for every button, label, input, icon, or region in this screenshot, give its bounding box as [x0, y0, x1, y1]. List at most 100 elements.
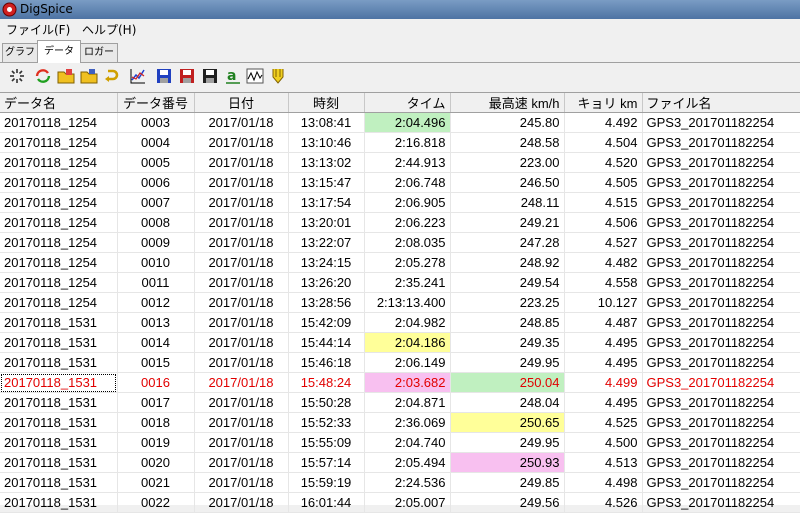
cell-time: 15:52:33	[288, 412, 365, 433]
cell-time: 15:48:24	[288, 372, 365, 393]
cell-file-name: GPS3_201701182254	[642, 412, 800, 433]
col-header-lap-time[interactable]: タイム	[364, 93, 451, 113]
app-icon	[2, 2, 17, 17]
save-icon[interactable]	[155, 67, 173, 85]
cell-max-speed: 249.54	[450, 272, 565, 293]
header-row: データ名 データ番号 日付 時刻 タイム 最高速 km/h キョリ km ファイ…	[0, 93, 800, 113]
undo-icon[interactable]	[103, 67, 121, 85]
text-icon[interactable]: a	[224, 67, 242, 85]
cell-data-name: 20170118_1531	[0, 332, 118, 353]
cell-distance: 4.495	[564, 332, 643, 353]
cell-date: 2017/01/18	[194, 112, 289, 133]
cell-max-speed: 248.04	[450, 392, 565, 413]
cell-max-speed: 248.58	[450, 132, 565, 153]
cell-date: 2017/01/18	[194, 492, 289, 513]
table-row[interactable]: 20170118_1531 0013 2017/01/18 15:42:09 2:04.…	[0, 312, 800, 333]
cell-max-speed: 245.80	[450, 112, 565, 133]
cell-date: 2017/01/18	[194, 412, 289, 433]
table-row[interactable]: 20170118_1254 0003 2017/01/18 13:08:41 2:04.…	[0, 112, 800, 133]
cell-data-number: 0014	[117, 332, 195, 353]
col-header-file-name[interactable]: ファイル名	[642, 93, 800, 113]
cell-file-name: GPS3_201701182254	[642, 292, 800, 313]
refresh-icon[interactable]	[34, 67, 52, 85]
table-row[interactable]: 20170118_1254 0006 2017/01/18 13:15:47 2:06.…	[0, 172, 800, 193]
chart-icon[interactable]	[129, 67, 147, 85]
cell-max-speed: 249.85	[450, 472, 565, 493]
cell-lap-time: 2:05.007	[364, 492, 451, 513]
col-header-max-speed[interactable]: 最高速 km/h	[450, 93, 565, 113]
open-folder-icon[interactable]	[57, 67, 75, 85]
cell-file-name: GPS3_201701182254	[642, 472, 800, 493]
cell-data-name: 20170118_1254	[0, 292, 118, 313]
table-row[interactable]: 20170118_1254 0010 2017/01/18 13:24:15 2:05.…	[0, 252, 800, 273]
open-folder2-icon[interactable]	[80, 67, 98, 85]
col-header-distance[interactable]: キョリ km	[564, 93, 643, 113]
table-row[interactable]: 20170118_1531 0022 2017/01/18 16:01:44 2:05.…	[0, 492, 800, 513]
cell-data-name: 20170118_1254	[0, 152, 118, 173]
marker-icon[interactable]	[269, 67, 287, 85]
col-header-time[interactable]: 時刻	[288, 93, 365, 113]
table-row[interactable]: 20170118_1254 0004 2017/01/18 13:10:46 2:16.…	[0, 132, 800, 153]
cell-date: 2017/01/18	[194, 232, 289, 253]
cell-data-number: 0010	[117, 252, 195, 273]
table-row[interactable]: 20170118_1531 0015 2017/01/18 15:46:18 2:06.…	[0, 352, 800, 373]
cell-file-name: GPS3_201701182254	[642, 272, 800, 293]
table-row[interactable]: 20170118_1254 0012 2017/01/18 13:28:56 2:13:…	[0, 292, 800, 313]
table-row[interactable]: 20170118_1254 0008 2017/01/18 13:20:01 2:06.…	[0, 212, 800, 233]
cell-max-speed: 248.92	[450, 252, 565, 273]
menu-help[interactable]: ヘルプ(H)	[82, 21, 136, 38]
waveform-icon[interactable]	[246, 67, 264, 85]
table-row[interactable]: 20170118_1531 0014 2017/01/18 15:44:14 2:04.…	[0, 332, 800, 353]
cell-time: 13:08:41	[288, 112, 365, 133]
cell-distance: 4.525	[564, 412, 643, 433]
tab-data[interactable]: データ	[37, 40, 81, 63]
table-row[interactable]: 20170118_1254 0007 2017/01/18 13:17:54 2:06.…	[0, 192, 800, 213]
cell-file-name: GPS3_201701182254	[642, 112, 800, 133]
cell-max-speed: 250.93	[450, 452, 565, 473]
table-row[interactable]: 20170118_1531 0017 2017/01/18 15:50:28 2:04.…	[0, 392, 800, 413]
tab-logger[interactable]: ロガー	[80, 43, 118, 62]
cell-lap-time: 2:05.494	[364, 452, 451, 473]
cell-distance: 4.482	[564, 252, 643, 273]
cell-distance: 4.495	[564, 392, 643, 413]
cell-data-number: 0011	[117, 272, 195, 293]
cell-date: 2017/01/18	[194, 132, 289, 153]
col-header-data-number[interactable]: データ番号	[117, 93, 195, 113]
cell-distance: 4.500	[564, 432, 643, 453]
table-row[interactable]: 20170118_1531 0020 2017/01/18 15:57:14 2:05.…	[0, 452, 800, 473]
table-row[interactable]: 20170118_1254 0011 2017/01/18 13:26:20 2:35.…	[0, 272, 800, 293]
cell-date: 2017/01/18	[194, 372, 289, 393]
cell-data-number: 0019	[117, 432, 195, 453]
data-grid[interactable]: データ名 データ番号 日付 時刻 タイム 最高速 km/h キョリ km ファイ…	[0, 92, 800, 513]
table-row[interactable]: 20170118_1531 0021 2017/01/18 15:59:19 2:24.…	[0, 472, 800, 493]
cell-max-speed: 249.56	[450, 492, 565, 513]
cell-time: 15:57:14	[288, 452, 365, 473]
cell-data-name: 20170118_1531	[0, 392, 118, 413]
menu-bar: ファイル(F) ヘルプ(H)	[0, 19, 800, 39]
cell-distance: 4.495	[564, 352, 643, 373]
cell-data-name: 20170118_1531	[0, 372, 118, 393]
col-header-data-name[interactable]: データ名	[0, 93, 118, 113]
cell-data-number: 0016	[117, 372, 195, 393]
cell-lap-time: 2:05.278	[364, 252, 451, 273]
table-row[interactable]: 20170118_1531 0016 2017/01/18 15:48:24 2:03.…	[0, 372, 800, 393]
cell-distance: 4.520	[564, 152, 643, 173]
save-red-icon[interactable]	[178, 67, 196, 85]
table-row[interactable]: 20170118_1254 0005 2017/01/18 13:13:02 2:44.…	[0, 152, 800, 173]
tab-graph[interactable]: グラフ	[2, 43, 38, 62]
cell-file-name: GPS3_201701182254	[642, 232, 800, 253]
table-row[interactable]: 20170118_1254 0009 2017/01/18 13:22:07 2:08.…	[0, 232, 800, 253]
cell-data-name: 20170118_1531	[0, 352, 118, 373]
save-black-icon[interactable]	[201, 67, 219, 85]
settings-icon[interactable]	[8, 67, 26, 85]
table-row[interactable]: 20170118_1531 0018 2017/01/18 15:52:33 2:36.…	[0, 412, 800, 433]
cell-data-name: 20170118_1254	[0, 112, 118, 133]
cell-data-number: 0005	[117, 152, 195, 173]
table-row[interactable]: 20170118_1531 0019 2017/01/18 15:55:09 2:04.…	[0, 432, 800, 453]
col-header-date[interactable]: 日付	[194, 93, 289, 113]
menu-file[interactable]: ファイル(F)	[6, 21, 70, 38]
cell-max-speed: 248.85	[450, 312, 565, 333]
cell-lap-time: 2:04.740	[364, 432, 451, 453]
cell-data-name: 20170118_1254	[0, 172, 118, 193]
cell-file-name: GPS3_201701182254	[642, 432, 800, 453]
